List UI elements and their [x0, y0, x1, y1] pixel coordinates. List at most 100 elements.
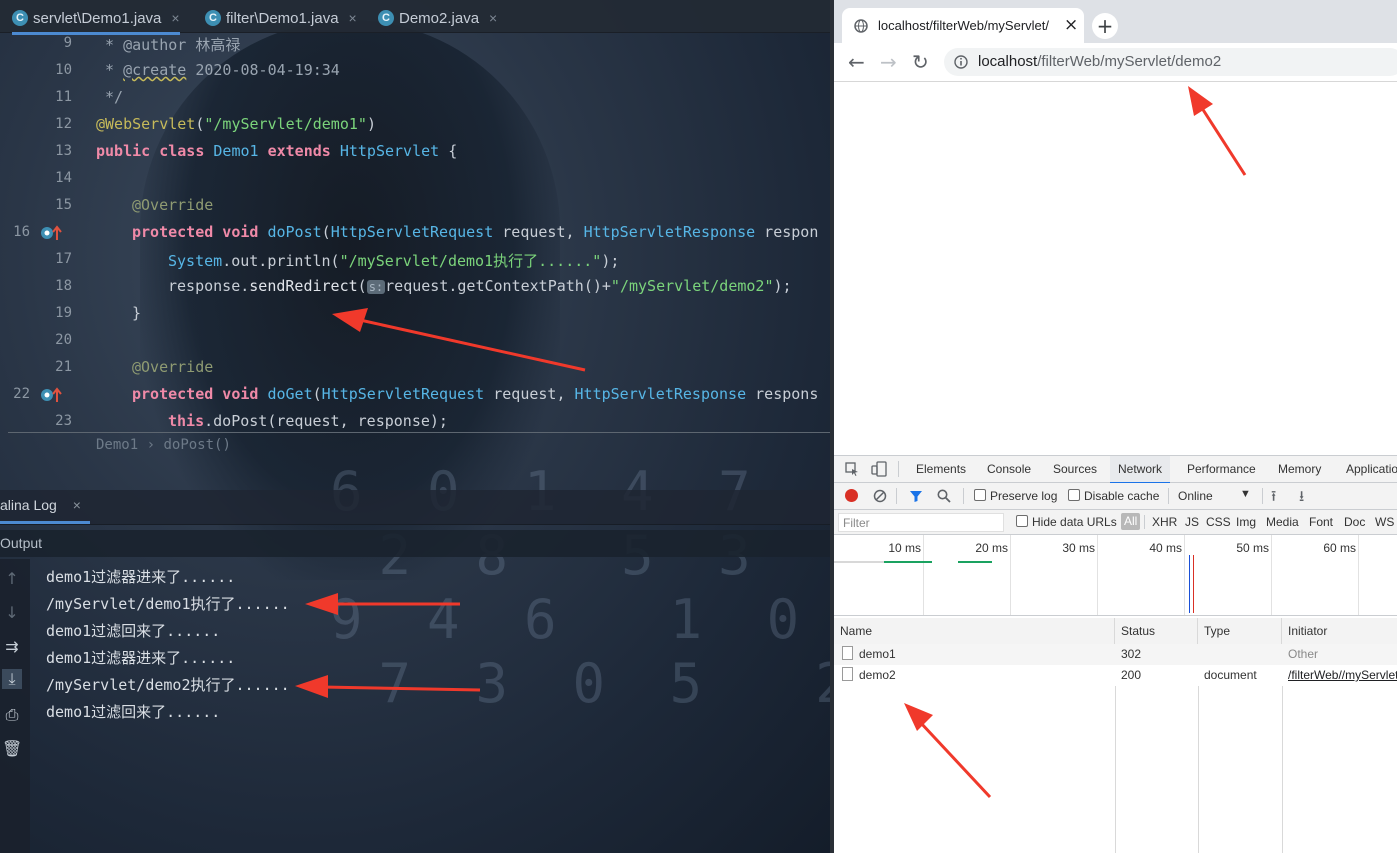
- line-number: 10: [55, 62, 72, 78]
- devtools-tab-network[interactable]: Network: [1110, 456, 1171, 484]
- type-filter-js[interactable]: JS: [1185, 515, 1199, 529]
- devtools-tab-sources[interactable]: Sources: [1053, 456, 1097, 482]
- close-icon[interactable]: ×: [1064, 15, 1078, 35]
- device-toolbar-icon[interactable]: [871, 461, 887, 477]
- code-line-9[interactable]: * @author 林高禄: [96, 34, 240, 55]
- document-icon: [842, 646, 853, 660]
- print-icon[interactable]: ⎙: [2, 705, 22, 725]
- new-tab-button[interactable]: +: [1092, 13, 1118, 39]
- code-line-18[interactable]: response.sendRedirect(s: request.getConte…: [168, 277, 792, 295]
- load-marker: [1193, 555, 1194, 613]
- type-filter-xhr[interactable]: XHR: [1152, 515, 1177, 529]
- tick-label: 10 ms: [888, 541, 921, 555]
- forward-icon[interactable]: →: [880, 50, 897, 74]
- code-line-11[interactable]: */: [96, 88, 123, 106]
- disable-cache-checkbox[interactable]: Disable cache: [1068, 489, 1159, 503]
- divider: [1168, 488, 1169, 504]
- editor-tab-servlet-demo1[interactable]: C servlet\Demo1.java ×: [12, 4, 180, 35]
- info-icon[interactable]: [954, 55, 968, 69]
- type-filter-ws[interactable]: WS: [1375, 515, 1394, 529]
- tab-label: servlet\Demo1.java: [33, 9, 162, 27]
- table-row[interactable]: demo1 302 Other: [834, 644, 1397, 665]
- breadcrumb[interactable]: Demo1 › doPost(): [96, 437, 231, 453]
- import-har-icon[interactable]: ⭱: [1271, 486, 1276, 511]
- devtools-panel: Elements Console Sources Network Perform…: [834, 455, 1397, 853]
- code-line-22[interactable]: protected void doGet(HttpServletRequest …: [132, 385, 818, 403]
- devtools-tab-console[interactable]: Console: [987, 456, 1031, 482]
- trash-icon[interactable]: 🗑: [2, 739, 22, 759]
- code-line-19[interactable]: }: [132, 304, 141, 322]
- devtools-tab-application[interactable]: Applicatio: [1346, 456, 1397, 482]
- divider: [898, 461, 899, 477]
- export-har-icon[interactable]: ⭳: [1299, 486, 1304, 511]
- devtools-tab-performance[interactable]: Performance: [1187, 456, 1256, 482]
- override-marker-icon[interactable]: [40, 224, 64, 242]
- close-icon[interactable]: ×: [489, 10, 497, 26]
- type-filter-img[interactable]: Img: [1236, 515, 1256, 529]
- code-line-13[interactable]: public class Demo1 extends HttpServlet {: [96, 142, 457, 160]
- code-line-17[interactable]: System.out.println("/myServlet/demo1执行了.…: [168, 250, 619, 271]
- checkbox-icon[interactable]: [1016, 515, 1028, 527]
- tab-catalina-log[interactable]: alina Log ×: [0, 497, 81, 513]
- tab-label: filter\Demo1.java: [226, 9, 339, 27]
- record-icon[interactable]: [845, 489, 858, 502]
- browser-tab[interactable]: localhost/filterWeb/myServlet/ ×: [842, 8, 1084, 43]
- line-number: 11: [55, 89, 72, 105]
- arrow-up-icon[interactable]: ↑: [2, 569, 22, 589]
- line-number: 12: [55, 116, 72, 132]
- clear-icon[interactable]: [873, 489, 887, 503]
- type-filter-doc[interactable]: Doc: [1344, 515, 1365, 529]
- arrow-down-icon[interactable]: ↓: [2, 603, 22, 623]
- scroll-to-end-icon[interactable]: ⤓: [2, 669, 22, 689]
- code-line-23[interactable]: this.doPost(request, response);: [168, 412, 448, 430]
- code-line-10[interactable]: * @create 2020-08-04-19:34: [96, 61, 340, 79]
- devtools-tab-elements[interactable]: Elements: [916, 456, 966, 482]
- checkbox-icon[interactable]: [1068, 489, 1080, 501]
- tab-title: localhost/filterWeb/myServlet/: [878, 18, 1049, 33]
- column-type[interactable]: Type: [1198, 618, 1282, 644]
- table-row[interactable]: demo2 200 document /filterWeb//myServlet…: [834, 665, 1397, 686]
- column-name[interactable]: Name: [834, 618, 1115, 644]
- throttling-select[interactable]: Online ▼: [1178, 488, 1251, 503]
- soft-wrap-icon[interactable]: ⇉: [2, 637, 22, 657]
- network-overview[interactable]: 10 ms 20 ms 30 ms 40 ms 50 ms 60 ms: [834, 535, 1397, 616]
- type-filter-css[interactable]: CSS: [1206, 515, 1231, 529]
- tick-line: [1271, 535, 1272, 615]
- reload-icon[interactable]: ↻: [912, 50, 929, 74]
- column-status[interactable]: Status: [1115, 618, 1198, 644]
- close-icon[interactable]: ×: [73, 497, 81, 513]
- hide-data-urls-checkbox[interactable]: Hide data URLs: [1016, 515, 1117, 529]
- tick-label: 20 ms: [975, 541, 1008, 555]
- preserve-log-checkbox[interactable]: Preserve log: [974, 489, 1057, 503]
- log-line: /myServlet/demo2执行了......: [46, 676, 290, 694]
- code-line-15[interactable]: @Override: [132, 196, 213, 214]
- filter-input[interactable]: Filter: [838, 513, 1004, 532]
- code-line-16[interactable]: protected void doPost(HttpServletRequest…: [132, 223, 818, 241]
- tick-line: [1358, 535, 1359, 615]
- filter-icon[interactable]: [909, 489, 923, 503]
- close-icon[interactable]: ×: [171, 10, 179, 26]
- code-line-21[interactable]: @Override: [132, 358, 213, 376]
- checkbox-icon[interactable]: [974, 489, 986, 501]
- initiator-link[interactable]: /filterWeb//myServlet/: [1282, 665, 1397, 686]
- request-initiator: Other: [1288, 647, 1319, 661]
- type-filter-all[interactable]: All: [1121, 513, 1141, 530]
- omnibox-bar: ← → ↻ localhost/filterWeb/myServlet/demo…: [834, 43, 1397, 82]
- globe-icon: [854, 19, 868, 33]
- close-icon[interactable]: ×: [349, 10, 357, 26]
- search-icon[interactable]: [937, 489, 951, 503]
- editor-tab-demo2[interactable]: C Demo2.java ×: [378, 4, 497, 32]
- code-line-12[interactable]: @WebServlet("/myServlet/demo1"): [96, 115, 376, 133]
- address-bar[interactable]: localhost/filterWeb/myServlet/demo2: [944, 48, 1397, 76]
- line-number: 17: [55, 251, 72, 267]
- override-marker-icon[interactable]: [40, 386, 64, 404]
- tick-line: [1097, 535, 1098, 615]
- type-filter-media[interactable]: Media: [1266, 515, 1299, 529]
- devtools-tab-memory[interactable]: Memory: [1278, 456, 1321, 482]
- back-icon[interactable]: ←: [848, 50, 865, 74]
- type-filter-font[interactable]: Font: [1309, 515, 1333, 529]
- column-initiator[interactable]: Initiator: [1282, 618, 1397, 644]
- editor-tab-filter-demo1[interactable]: C filter\Demo1.java ×: [205, 4, 357, 32]
- network-toolbar: Preserve log Disable cache Online ▼ ⭱ ⭳: [834, 483, 1397, 510]
- inspect-element-icon[interactable]: [845, 462, 859, 476]
